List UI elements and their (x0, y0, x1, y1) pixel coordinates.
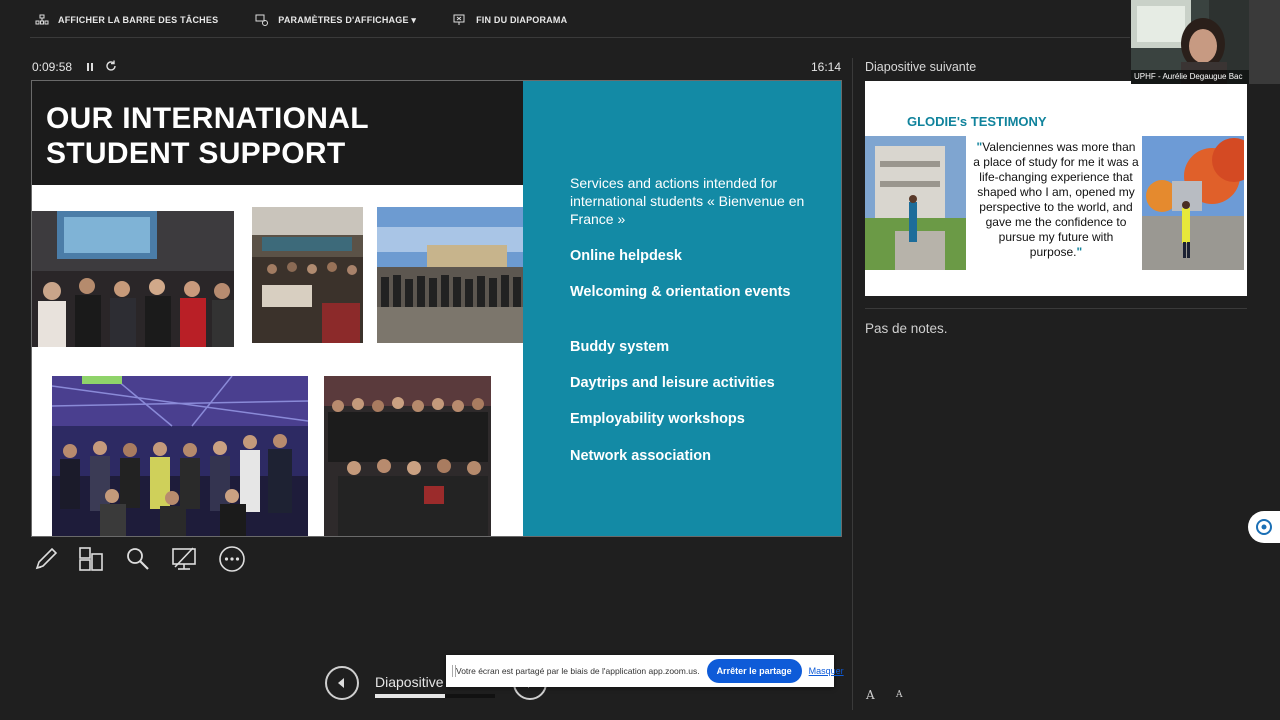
photo-welcome-event (32, 211, 234, 347)
share-message: Votre écran est partagé par le biais de … (456, 666, 700, 676)
display-settings-icon (254, 13, 270, 27)
zoom-icon[interactable] (124, 545, 152, 573)
slide-progress-fill (375, 694, 445, 698)
current-slide: OUR INTERNATIONAL STUDENT SUPPORT Servic… (31, 80, 842, 537)
all-slides-icon[interactable] (77, 545, 105, 573)
previous-arrow-icon (338, 678, 344, 688)
clock: 16:14 (811, 60, 842, 74)
photo-group-event (324, 376, 491, 536)
end-slideshow-label: FIN DU DIAPORAMA (476, 15, 568, 25)
zoom-float-button[interactable] (1248, 511, 1280, 543)
slide-progress-bar (375, 694, 495, 698)
slide-counter-label: Diapositive (375, 674, 444, 690)
top-toolbar: AFFICHER LA BARRE DES TÂCHES PARAMÈTRES … (0, 0, 1130, 40)
webcam-side-strip (1249, 0, 1280, 84)
service-welcoming-events: Welcoming & orientation events (570, 284, 791, 300)
pane-divider (852, 58, 853, 710)
end-slideshow-icon (452, 13, 468, 27)
next-slide-title: GLODIE's TESTIMONY (907, 114, 1047, 129)
webcam-name-label: UPHF - Aurélie Degaugue Bac (1131, 70, 1249, 84)
service-buddy-system: Buddy system (570, 339, 670, 355)
photo-campus-building (865, 136, 966, 270)
hide-banner-link[interactable]: Masquer (809, 666, 844, 676)
share-app-icon (1256, 519, 1272, 535)
previous-slide-button[interactable] (325, 666, 359, 700)
slide-title-line2: STUDENT SUPPORT (46, 137, 346, 170)
photo-lecture-room (252, 207, 363, 343)
more-options-icon[interactable] (218, 545, 246, 573)
testimony-quote: "Valenciennes was more than a place of s… (972, 140, 1140, 260)
photo-versailles-trip (377, 207, 523, 343)
elapsed-timer: 0:09:58 (32, 60, 73, 74)
services-panel: Services and actions intended for intern… (523, 81, 841, 536)
service-online-helpdesk: Online helpdesk (570, 248, 682, 264)
testimony-quote-text: Valenciennes was more than a place of st… (973, 140, 1139, 259)
speaker-notes: Pas de notes. (865, 321, 948, 336)
restart-timer-icon[interactable] (104, 59, 118, 73)
next-slide-label: Diapositive suivante (865, 60, 977, 74)
slide-title-band: OUR INTERNATIONAL STUDENT SUPPORT (32, 81, 523, 185)
end-slideshow-button[interactable]: FIN DU DIAPORAMA (452, 13, 567, 27)
show-taskbar-button[interactable]: AFFICHER LA BARRE DES TÂCHES (34, 13, 218, 27)
services-intro: Services and actions intended for intern… (570, 175, 805, 227)
service-daytrips: Daytrips and leisure activities (570, 375, 775, 391)
toolbar-divider (30, 37, 1130, 38)
stop-sharing-button[interactable]: Arrêter le partage (706, 659, 802, 683)
next-slide-preview[interactable]: GLODIE's TESTIMONY "Valenciennes was mor… (865, 81, 1247, 296)
show-taskbar-label: AFFICHER LA BARRE DES TÂCHES (58, 15, 219, 25)
service-employability: Employability workshops (570, 411, 745, 427)
taskbar-icon (34, 13, 50, 27)
service-network: Network association (570, 448, 712, 464)
pen-icon[interactable] (32, 545, 60, 573)
webcam-video: UPHF - Aurélie Degaugue Bac (1131, 0, 1249, 84)
display-settings-button[interactable]: PARAMÈTRES D'AFFICHAGE ▾ (254, 13, 416, 27)
photo-leisure-activity (52, 376, 308, 536)
presenter-view: AFFICHER LA BARRE DES TÂCHES PARAMÈTRES … (0, 0, 1280, 720)
black-screen-icon[interactable] (170, 545, 198, 573)
photo-autumn-campus (1142, 136, 1244, 270)
slide-title-line1: OUR INTERNATIONAL (46, 102, 369, 135)
display-settings-label: PARAMÈTRES D'AFFICHAGE ▾ (278, 14, 417, 25)
quote-close-mark: " (1076, 245, 1083, 259)
slide-title: OUR INTERNATIONAL STUDENT SUPPORT (46, 101, 369, 171)
increase-font-button[interactable]: A (866, 688, 875, 702)
decrease-font-button[interactable]: A (896, 690, 903, 700)
notes-divider (865, 308, 1247, 309)
pause-icon[interactable] (84, 60, 96, 72)
screen-share-banner: Votre écran est partagé par le biais de … (446, 655, 844, 687)
